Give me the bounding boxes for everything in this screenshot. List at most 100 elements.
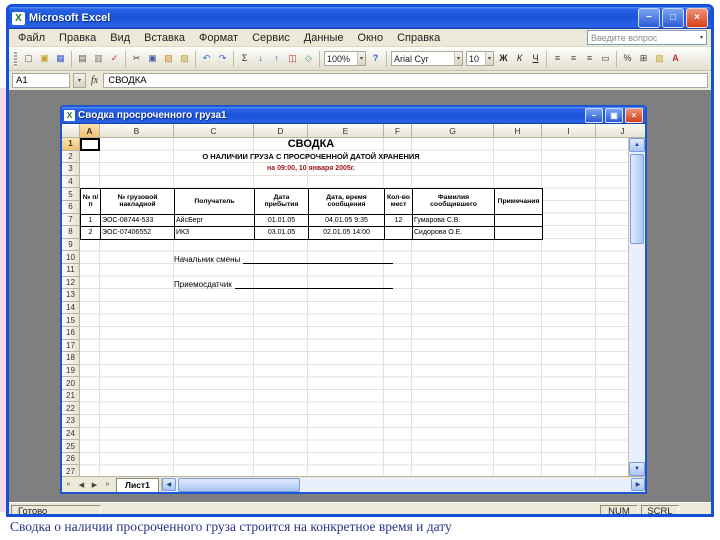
redo-icon[interactable]: ↷ xyxy=(215,51,230,66)
help-question-box[interactable]: Введите вопрос ▾ xyxy=(587,30,707,45)
align-center-icon[interactable]: ≡ xyxy=(566,51,581,66)
row-header-10[interactable]: 10 xyxy=(62,251,80,264)
title-bar[interactable]: X Microsoft Excel − □ × xyxy=(9,7,711,29)
save-icon[interactable]: ▦ xyxy=(53,51,68,66)
select-all-corner[interactable] xyxy=(62,124,80,138)
workbook-minimize-button[interactable]: − xyxy=(585,108,603,123)
row-header-12[interactable]: 12 xyxy=(62,276,80,290)
autosum-icon[interactable]: Σ xyxy=(237,51,252,66)
menu-item-5[interactable]: Сервис xyxy=(245,31,297,45)
borders-icon[interactable]: ⊞ xyxy=(636,51,651,66)
scroll-down-icon[interactable]: ▼ xyxy=(629,462,645,476)
scroll-up-icon[interactable]: ▲ xyxy=(629,138,645,152)
column-header-I[interactable]: I xyxy=(542,124,596,138)
row-header-27[interactable]: 27 xyxy=(62,465,80,476)
column-header-D[interactable]: D xyxy=(254,124,308,138)
align-right-icon[interactable]: ≡ xyxy=(582,51,597,66)
row-header-13[interactable]: 13 xyxy=(62,289,80,302)
font-color-icon[interactable]: А xyxy=(668,51,683,66)
menu-item-4[interactable]: Формат xyxy=(192,31,245,45)
print-icon[interactable]: ▤ xyxy=(75,51,90,66)
minimize-button[interactable]: − xyxy=(638,8,660,28)
menu-item-1[interactable]: Правка xyxy=(52,31,103,45)
row-header-2[interactable]: 2 xyxy=(62,150,80,164)
row-header-9[interactable]: 9 xyxy=(62,238,80,252)
format-painter-icon[interactable]: ▨ xyxy=(177,51,192,66)
italic-icon[interactable]: К xyxy=(512,51,527,66)
horizontal-scrollbar[interactable]: ◀ ▶ xyxy=(160,477,645,492)
underline-icon[interactable]: Ч xyxy=(528,51,543,66)
drawing-icon[interactable]: ◇ xyxy=(301,51,316,66)
column-header-F[interactable]: F xyxy=(384,124,412,138)
workbook-title-bar[interactable]: X Сводка просроченного груза1 − ▣ × xyxy=(62,107,645,124)
tab-next-icon[interactable]: ▶ xyxy=(88,478,101,491)
bold-icon[interactable]: Ж xyxy=(496,51,511,66)
row-header-5[interactable]: 5 xyxy=(62,188,80,201)
row-header-7[interactable]: 7 xyxy=(62,213,80,227)
scroll-left-icon[interactable]: ◀ xyxy=(161,478,176,491)
row-header-24[interactable]: 24 xyxy=(62,427,80,441)
row-header-6[interactable]: 6 xyxy=(62,200,80,214)
scroll-right-icon[interactable]: ▶ xyxy=(631,478,645,491)
percent-icon[interactable]: % xyxy=(620,51,635,66)
tab-last-icon[interactable]: » xyxy=(101,478,114,491)
fill-color-icon[interactable]: ▨ xyxy=(652,51,667,66)
vertical-scroll-track[interactable] xyxy=(629,152,645,462)
row-header-25[interactable]: 25 xyxy=(62,440,80,453)
name-box-dropdown-icon[interactable]: ▾ xyxy=(73,73,86,88)
horizontal-scroll-track[interactable] xyxy=(176,478,631,492)
column-header-H[interactable]: H xyxy=(494,124,542,138)
tab-prev-icon[interactable]: ◀ xyxy=(75,478,88,491)
menu-item-2[interactable]: Вид xyxy=(103,31,137,45)
cut-icon[interactable]: ✂ xyxy=(129,51,144,66)
print-preview-icon[interactable]: ▥ xyxy=(91,51,106,66)
row-header-17[interactable]: 17 xyxy=(62,339,80,353)
sort-ascending-icon[interactable]: ↓ xyxy=(253,51,268,66)
row-header-15[interactable]: 15 xyxy=(62,314,80,327)
column-header-E[interactable]: E xyxy=(308,124,384,138)
column-header-G[interactable]: G xyxy=(412,124,494,138)
row-header-21[interactable]: 21 xyxy=(62,389,80,403)
formula-input[interactable]: СВОДКА xyxy=(103,73,708,88)
row-header-16[interactable]: 16 xyxy=(62,326,80,340)
menu-item-8[interactable]: Справка xyxy=(390,31,447,45)
row-header-22[interactable]: 22 xyxy=(62,402,80,416)
row-header-4[interactable]: 4 xyxy=(62,175,80,189)
selected-cell-a1[interactable] xyxy=(80,138,100,151)
row-header-11[interactable]: 11 xyxy=(62,263,80,277)
row-header-26[interactable]: 26 xyxy=(62,452,80,466)
undo-icon[interactable]: ↶ xyxy=(199,51,214,66)
row-header-3[interactable]: 3 xyxy=(62,163,80,176)
menu-item-3[interactable]: Вставка xyxy=(137,31,192,45)
font-name-combo[interactable]: Arial Cyr ▾ xyxy=(391,51,463,66)
merge-center-icon[interactable]: ▭ xyxy=(598,51,613,66)
insert-function-icon[interactable]: fx xyxy=(89,75,100,86)
column-header-B[interactable]: B xyxy=(100,124,174,138)
name-box[interactable]: A1 xyxy=(12,73,70,88)
maximize-button[interactable]: □ xyxy=(662,8,684,28)
menu-item-7[interactable]: Окно xyxy=(351,31,391,45)
zoom-combo[interactable]: 100% ▾ xyxy=(324,51,366,66)
row-header-19[interactable]: 19 xyxy=(62,364,80,378)
column-header-C[interactable]: C xyxy=(174,124,254,138)
row-header-23[interactable]: 23 xyxy=(62,415,80,428)
help-icon[interactable]: ? xyxy=(368,51,383,66)
vertical-scroll-thumb[interactable] xyxy=(630,154,644,244)
row-header-18[interactable]: 18 xyxy=(62,352,80,365)
workbook-restore-button[interactable]: ▣ xyxy=(605,108,623,123)
chart-wizard-icon[interactable]: ◫ xyxy=(285,51,300,66)
tab-first-icon[interactable]: « xyxy=(62,478,75,491)
workbook-close-button[interactable]: × xyxy=(625,108,643,123)
menu-item-6[interactable]: Данные xyxy=(297,31,351,45)
row-header-8[interactable]: 8 xyxy=(62,226,80,239)
horizontal-scroll-thumb[interactable] xyxy=(177,478,300,492)
vertical-scrollbar[interactable]: ▲ ▼ xyxy=(628,138,645,476)
new-icon[interactable]: ▢ xyxy=(21,51,36,66)
sheet-tab[interactable]: Лист1 xyxy=(116,477,159,492)
worksheet[interactable]: СВОДКА О НАЛИЧИИ ГРУЗА С ПРОСРОЧЕННОЙ ДА… xyxy=(80,138,628,476)
column-header-J[interactable]: J xyxy=(596,124,645,138)
menu-item-0[interactable]: Файл xyxy=(11,31,52,45)
spelling-icon[interactable]: ✓ xyxy=(107,51,122,66)
column-header-A[interactable]: A xyxy=(80,124,100,138)
align-left-icon[interactable]: ≡ xyxy=(550,51,565,66)
